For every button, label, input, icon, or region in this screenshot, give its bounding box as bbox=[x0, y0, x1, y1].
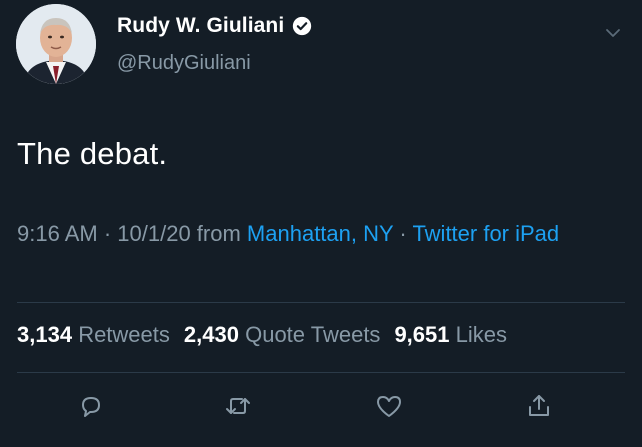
like-button[interactable] bbox=[371, 388, 407, 424]
reply-button[interactable] bbox=[73, 388, 109, 424]
quote-tweets-stat[interactable]: 2,430 Quote Tweets bbox=[184, 322, 395, 347]
source-link[interactable]: Twitter for iPad bbox=[412, 221, 559, 246]
quote-tweets-label: Quote Tweets bbox=[245, 322, 381, 347]
likes-label: Likes bbox=[455, 322, 507, 347]
tweet-time[interactable]: 9:16 AM bbox=[17, 221, 98, 246]
retweet-button[interactable] bbox=[220, 388, 256, 424]
retweets-label: Retweets bbox=[78, 322, 170, 347]
display-name[interactable]: Rudy W. Giuliani bbox=[117, 14, 284, 38]
tweet-card: Rudy W. Giuliani @RudyGiuliani The debat… bbox=[0, 0, 642, 447]
action-bar bbox=[0, 388, 642, 428]
user-handle[interactable]: @RudyGiuliani bbox=[117, 52, 251, 75]
author-name-row: Rudy W. Giuliani bbox=[117, 14, 313, 38]
chevron-down-icon[interactable] bbox=[604, 24, 622, 42]
tweet-stats: 3,134 Retweets 2,430 Quote Tweets 9,651 Li… bbox=[17, 322, 521, 348]
retweets-stat[interactable]: 3,134 Retweets bbox=[17, 322, 184, 347]
likes-count: 9,651 bbox=[394, 322, 450, 347]
tweet-date[interactable]: 10/1/20 bbox=[117, 221, 190, 246]
share-icon bbox=[529, 395, 549, 416]
heart-icon bbox=[377, 396, 401, 417]
verified-badge-icon bbox=[293, 16, 312, 36]
avatar-image bbox=[16, 4, 96, 84]
tweet-meta: 9:16 AM · 10/1/20 from Manhattan, NY · T… bbox=[17, 218, 617, 250]
meta-separator: · bbox=[393, 221, 413, 246]
location-link[interactable]: Manhattan, NY bbox=[247, 221, 393, 246]
comment-icon bbox=[82, 397, 100, 417]
avatar[interactable] bbox=[16, 4, 96, 84]
meta-separator: · bbox=[97, 221, 118, 246]
tweet-text: The debat. bbox=[17, 136, 168, 171]
retweet-icon bbox=[226, 398, 250, 414]
quote-tweets-count: 2,430 bbox=[183, 322, 239, 347]
share-button[interactable] bbox=[521, 388, 557, 424]
divider bbox=[17, 372, 625, 373]
from-label: from bbox=[190, 221, 247, 246]
retweets-count: 3,134 bbox=[17, 322, 73, 347]
likes-stat[interactable]: 9,651 Likes bbox=[394, 322, 521, 347]
divider bbox=[17, 302, 625, 303]
